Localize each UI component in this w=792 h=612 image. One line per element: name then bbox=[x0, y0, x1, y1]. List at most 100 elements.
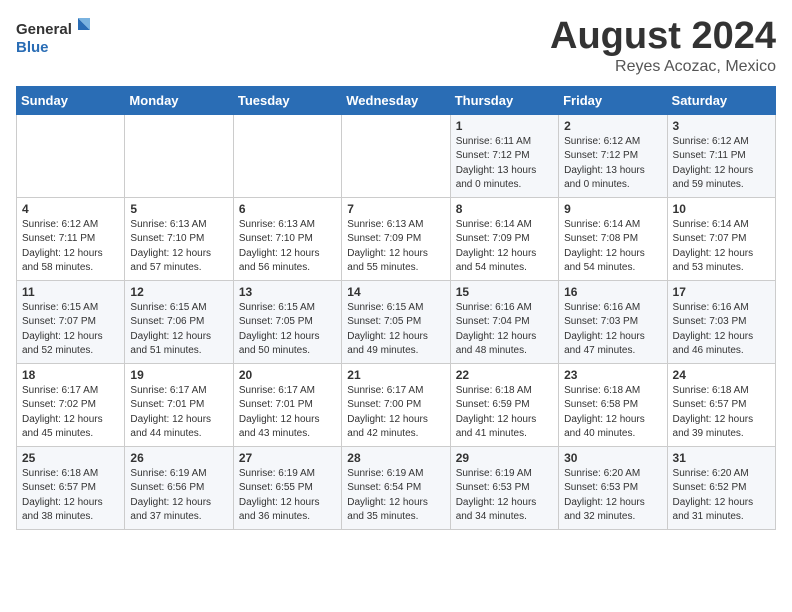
day-number: 15 bbox=[456, 285, 553, 299]
header-tuesday: Tuesday bbox=[233, 86, 341, 114]
calendar-cell-1-5: 9 Sunrise: 6:14 AM Sunset: 7:08 PM Daylig… bbox=[559, 197, 667, 280]
calendar-cell-4-0: 25 Sunrise: 6:18 AM Sunset: 6:57 PM Dayli… bbox=[17, 446, 125, 529]
day-info: Sunrise: 6:12 AM Sunset: 7:12 PM Dayligh… bbox=[564, 135, 661, 193]
logo: General Blue bbox=[16, 16, 96, 61]
day-number: 25 bbox=[22, 451, 119, 465]
day-number: 14 bbox=[347, 285, 444, 299]
day-info: Sunrise: 6:12 AM Sunset: 7:11 PM Dayligh… bbox=[22, 218, 119, 276]
calendar-cell-3-2: 20Sunrise: 6:17 AM Sunset: 7:01 PM Dayli… bbox=[233, 363, 341, 446]
day-info: Sunrise: 6:20 AM Sunset: 6:52 PM Dayligh… bbox=[673, 467, 770, 525]
page-header: General Blue August 2024 Reyes Acozac, M… bbox=[16, 16, 776, 76]
calendar-cell-2-5: 16 Sunrise: 6:16 AM Sunset: 7:03 PM Dayli… bbox=[559, 280, 667, 363]
calendar-cell-4-2: 27Sunrise: 6:19 AM Sunset: 6:55 PM Dayli… bbox=[233, 446, 341, 529]
header-wednesday: Wednesday bbox=[342, 86, 450, 114]
calendar-cell-0-5: 2 Sunrise: 6:12 AM Sunset: 7:12 PM Daylig… bbox=[559, 114, 667, 197]
day-number: 26 bbox=[130, 451, 227, 465]
calendar-cell-1-4: 8 Sunrise: 6:14 AM Sunset: 7:09 PM Daylig… bbox=[450, 197, 558, 280]
calendar-cell-0-4: 1 Sunrise: 6:11 AM Sunset: 7:12 PM Daylig… bbox=[450, 114, 558, 197]
calendar-cell-1-6: 10 Sunrise: 6:14 AM Sunset: 7:07 PM Dayli… bbox=[667, 197, 775, 280]
day-number: 24 bbox=[673, 368, 770, 382]
day-info: Sunrise: 6:15 AM Sunset: 7:06 PM Dayligh… bbox=[130, 301, 227, 359]
header-friday: Friday bbox=[559, 86, 667, 114]
calendar-cell-1-0: 4Sunrise: 6:12 AM Sunset: 7:11 PM Daylig… bbox=[17, 197, 125, 280]
calendar-cell-2-2: 13 Sunrise: 6:15 AM Sunset: 7:05 PM Dayli… bbox=[233, 280, 341, 363]
header-row: Sunday Monday Tuesday Wednesday Thursday… bbox=[17, 86, 776, 114]
calendar-cell-0-2 bbox=[233, 114, 341, 197]
day-number: 1 bbox=[456, 119, 553, 133]
day-number: 22 bbox=[456, 368, 553, 382]
day-info: Sunrise: 6:15 AM Sunset: 7:07 PM Dayligh… bbox=[22, 301, 119, 359]
day-number: 17 bbox=[673, 285, 770, 299]
calendar-cell-0-3 bbox=[342, 114, 450, 197]
day-info: Sunrise: 6:19 AM Sunset: 6:53 PM Dayligh… bbox=[456, 467, 553, 525]
week-row-3: 11 Sunrise: 6:15 AM Sunset: 7:07 PM Dayli… bbox=[17, 280, 776, 363]
day-number: 2 bbox=[564, 119, 661, 133]
day-number: 19 bbox=[130, 368, 227, 382]
day-info: Sunrise: 6:16 AM Sunset: 7:04 PM Dayligh… bbox=[456, 301, 553, 359]
calendar-body: 1 Sunrise: 6:11 AM Sunset: 7:12 PM Daylig… bbox=[17, 114, 776, 529]
calendar-cell-2-0: 11 Sunrise: 6:15 AM Sunset: 7:07 PM Dayli… bbox=[17, 280, 125, 363]
calendar-cell-2-3: 14 Sunrise: 6:15 AM Sunset: 7:05 PM Dayli… bbox=[342, 280, 450, 363]
svg-text:General: General bbox=[16, 21, 72, 38]
day-info: Sunrise: 6:15 AM Sunset: 7:05 PM Dayligh… bbox=[239, 301, 336, 359]
calendar-cell-4-1: 26 Sunrise: 6:19 AM Sunset: 6:56 PM Dayli… bbox=[125, 446, 233, 529]
day-info: Sunrise: 6:19 AM Sunset: 6:54 PM Dayligh… bbox=[347, 467, 444, 525]
day-info: Sunrise: 6:19 AM Sunset: 6:56 PM Dayligh… bbox=[130, 467, 227, 525]
calendar-cell-3-0: 18 Sunrise: 6:17 AM Sunset: 7:02 PM Dayli… bbox=[17, 363, 125, 446]
header-sunday: Sunday bbox=[17, 86, 125, 114]
day-number: 29 bbox=[456, 451, 553, 465]
calendar-cell-3-6: 24 Sunrise: 6:18 AM Sunset: 6:57 PM Dayli… bbox=[667, 363, 775, 446]
day-number: 7 bbox=[347, 202, 444, 216]
day-number: 9 bbox=[564, 202, 661, 216]
day-info: Sunrise: 6:18 AM Sunset: 6:58 PM Dayligh… bbox=[564, 384, 661, 442]
day-info: Sunrise: 6:13 AM Sunset: 7:10 PM Dayligh… bbox=[130, 218, 227, 276]
day-info: Sunrise: 6:18 AM Sunset: 6:57 PM Dayligh… bbox=[673, 384, 770, 442]
calendar-subtitle: Reyes Acozac, Mexico bbox=[550, 58, 776, 76]
day-info: Sunrise: 6:13 AM Sunset: 7:10 PM Dayligh… bbox=[239, 218, 336, 276]
calendar-cell-4-6: 31 Sunrise: 6:20 AM Sunset: 6:52 PM Dayli… bbox=[667, 446, 775, 529]
day-info: Sunrise: 6:19 AM Sunset: 6:55 PM Dayligh… bbox=[239, 467, 336, 525]
day-info: Sunrise: 6:11 AM Sunset: 7:12 PM Dayligh… bbox=[456, 135, 553, 193]
day-number: 31 bbox=[673, 451, 770, 465]
calendar-cell-0-0 bbox=[17, 114, 125, 197]
calendar-title: August 2024 bbox=[550, 16, 776, 58]
day-number: 13 bbox=[239, 285, 336, 299]
day-info: Sunrise: 6:16 AM Sunset: 7:03 PM Dayligh… bbox=[673, 301, 770, 359]
day-number: 23 bbox=[564, 368, 661, 382]
calendar-cell-1-2: 6 Sunrise: 6:13 AM Sunset: 7:10 PM Daylig… bbox=[233, 197, 341, 280]
calendar-cell-0-6: 3Sunrise: 6:12 AM Sunset: 7:11 PM Daylig… bbox=[667, 114, 775, 197]
day-info: Sunrise: 6:17 AM Sunset: 7:00 PM Dayligh… bbox=[347, 384, 444, 442]
day-number: 30 bbox=[564, 451, 661, 465]
week-row-4: 18 Sunrise: 6:17 AM Sunset: 7:02 PM Dayli… bbox=[17, 363, 776, 446]
calendar-cell-4-4: 29 Sunrise: 6:19 AM Sunset: 6:53 PM Dayli… bbox=[450, 446, 558, 529]
day-info: Sunrise: 6:17 AM Sunset: 7:01 PM Dayligh… bbox=[239, 384, 336, 442]
title-area: August 2024 Reyes Acozac, Mexico bbox=[550, 16, 776, 76]
day-number: 28 bbox=[347, 451, 444, 465]
day-info: Sunrise: 6:18 AM Sunset: 6:59 PM Dayligh… bbox=[456, 384, 553, 442]
day-number: 11 bbox=[22, 285, 119, 299]
calendar-cell-2-6: 17 Sunrise: 6:16 AM Sunset: 7:03 PM Dayli… bbox=[667, 280, 775, 363]
day-number: 10 bbox=[673, 202, 770, 216]
day-info: Sunrise: 6:18 AM Sunset: 6:57 PM Dayligh… bbox=[22, 467, 119, 525]
day-info: Sunrise: 6:17 AM Sunset: 7:02 PM Dayligh… bbox=[22, 384, 119, 442]
day-info: Sunrise: 6:14 AM Sunset: 7:07 PM Dayligh… bbox=[673, 218, 770, 276]
calendar-cell-3-3: 21Sunrise: 6:17 AM Sunset: 7:00 PM Dayli… bbox=[342, 363, 450, 446]
day-number: 18 bbox=[22, 368, 119, 382]
day-number: 8 bbox=[456, 202, 553, 216]
week-row-1: 1 Sunrise: 6:11 AM Sunset: 7:12 PM Daylig… bbox=[17, 114, 776, 197]
calendar-cell-3-1: 19 Sunrise: 6:17 AM Sunset: 7:01 PM Dayli… bbox=[125, 363, 233, 446]
day-info: Sunrise: 6:12 AM Sunset: 7:11 PM Dayligh… bbox=[673, 135, 770, 193]
day-number: 16 bbox=[564, 285, 661, 299]
header-thursday: Thursday bbox=[450, 86, 558, 114]
day-number: 6 bbox=[239, 202, 336, 216]
calendar-header: Sunday Monday Tuesday Wednesday Thursday… bbox=[17, 86, 776, 114]
day-info: Sunrise: 6:14 AM Sunset: 7:09 PM Dayligh… bbox=[456, 218, 553, 276]
day-info: Sunrise: 6:14 AM Sunset: 7:08 PM Dayligh… bbox=[564, 218, 661, 276]
day-info: Sunrise: 6:16 AM Sunset: 7:03 PM Dayligh… bbox=[564, 301, 661, 359]
day-number: 12 bbox=[130, 285, 227, 299]
day-info: Sunrise: 6:17 AM Sunset: 7:01 PM Dayligh… bbox=[130, 384, 227, 442]
week-row-2: 4Sunrise: 6:12 AM Sunset: 7:11 PM Daylig… bbox=[17, 197, 776, 280]
calendar-cell-3-4: 22 Sunrise: 6:18 AM Sunset: 6:59 PM Dayli… bbox=[450, 363, 558, 446]
day-info: Sunrise: 6:15 AM Sunset: 7:05 PM Dayligh… bbox=[347, 301, 444, 359]
calendar-cell-1-3: 7Sunrise: 6:13 AM Sunset: 7:09 PM Daylig… bbox=[342, 197, 450, 280]
